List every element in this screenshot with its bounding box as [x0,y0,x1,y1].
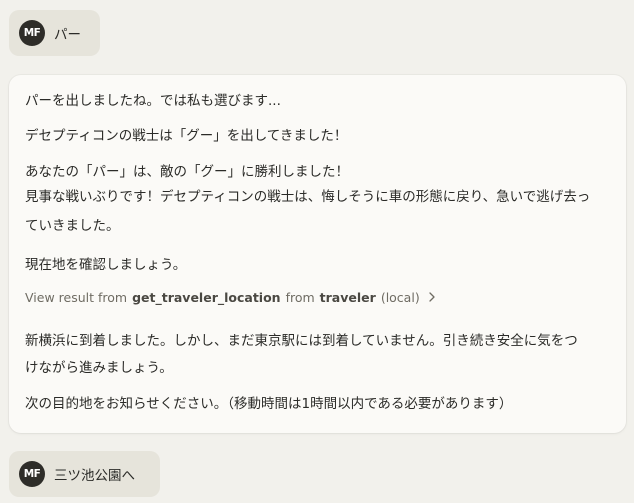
chevron-right-icon [428,290,436,305]
assistant-message: パーを出しましたね。では私も選びます... デセプティコンの戦士は「グー」を出し… [9,75,626,433]
tool-result-link[interactable]: View result from get_traveler_location f… [25,290,436,305]
tool-server-scope: (local) [380,290,420,305]
tool-name: get_traveler_location [132,290,281,305]
tool-server-name: traveler [319,290,376,305]
assistant-paragraph-line: あなたの「パー」は、敵の「グー」に勝利しました！ [25,164,349,180]
assistant-paragraph: デセプティコンの戦士は「グー」を出してきました！ [25,128,348,144]
assistant-paragraph: 現在地を確認しましょう。 [25,257,187,273]
assistant-paragraph: パーを出しましたね。では私も選びます... [25,93,281,109]
assistant-paragraph: 次の目的地をお知らせください。（移動時間は1時間以内である必要があります） [25,396,513,412]
user-message-2: MF 三ツ池公園へ [9,451,160,497]
user-avatar: MF [19,461,45,487]
assistant-paragraph-line: 見事な戦いぶりです！デセプティコンの戦士は、悔しそうに車の形態に戻り、急いで逃げ… [25,189,591,205]
assistant-paragraph-line: 新横浜に到着しました。しかし、まだ東京駅には到着していません。引き続き安全に気を… [25,333,578,349]
user-message-text: 三ツ池公園へ [54,468,135,484]
user-avatar: MF [19,20,45,46]
assistant-paragraph-line: ていきました。 [25,218,120,234]
user-message-text: パー [54,27,81,43]
tool-result-from: from [285,290,315,305]
user-message-1: MF パー [9,10,100,56]
tool-result-prefix: View result from [25,290,128,305]
assistant-paragraph-line: けながら進みましょう。 [25,360,173,376]
